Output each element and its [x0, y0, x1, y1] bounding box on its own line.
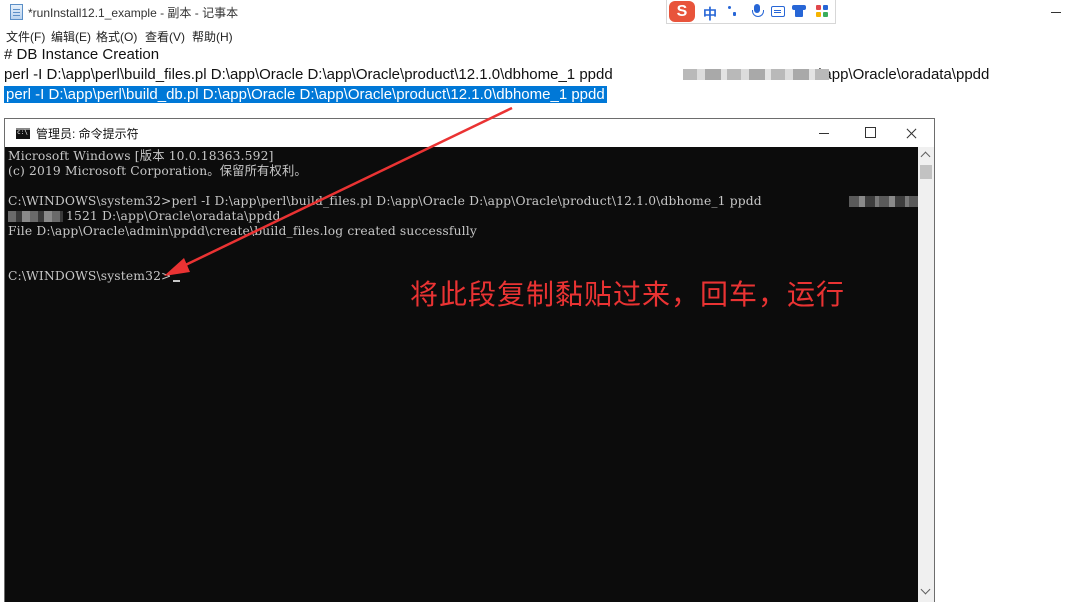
redacted-text — [8, 211, 63, 222]
scroll-up-arrow-icon[interactable] — [918, 149, 934, 163]
console-result-line: File D:\app\Oracle\admin\ppdd\create\bui… — [8, 224, 477, 238]
build-files-command-start: perl -I D:\app\perl\build_files.pl D:\ap… — [4, 66, 613, 83]
text-cursor — [172, 280, 180, 282]
skin-icon[interactable] — [792, 4, 806, 18]
cmd-maximize-button[interactable] — [847, 119, 893, 147]
microphone-icon[interactable] — [750, 4, 764, 18]
redacted-text — [849, 196, 918, 207]
notepad-titlebar: *runInstall12.1_example - 副本 - 记事本 — [0, 0, 1080, 24]
console-prompt-line[interactable]: C:\WINDOWS\system32> — [8, 269, 180, 284]
punctuation-icon[interactable] — [725, 4, 739, 18]
notepad-file-icon — [10, 4, 23, 20]
keyboard-icon[interactable] — [771, 6, 785, 17]
console-copyright-line: (c) 2019 Microsoft Corporation。保留所有权利。 — [8, 164, 307, 178]
console-prompt: C:\WINDOWS\system32> — [8, 269, 172, 283]
console-version-line: Microsoft Windows [版本 10.0.18363.592] — [8, 149, 274, 163]
menu-view[interactable]: 查看(V) — [145, 28, 185, 45]
menu-help[interactable]: 帮助(H) — [192, 28, 233, 45]
editor-line-build-files[interactable]: perl -I D:\app\perl\build_files.pl D:\ap… — [4, 66, 989, 84]
ime-toolbar: S 中 — [666, 0, 836, 24]
menu-file[interactable]: 文件(F) — [6, 28, 45, 45]
cmd-titlebar[interactable]: 管理员: 命令提示符 — [5, 119, 934, 147]
menu-edit[interactable]: 编辑(E) — [51, 28, 91, 45]
redacted-text — [683, 69, 829, 80]
annotation-text: 将此段复制黏贴过来，回车，运行 — [410, 278, 846, 311]
cmd-scrollbar[interactable] — [918, 147, 934, 602]
selected-build-db-command[interactable]: perl -I D:\app\perl\build_db.pl D:\app\O… — [4, 86, 607, 103]
notepad-minimize-button[interactable] — [1046, 2, 1066, 22]
notepad-title: *runInstall12.1_example - 副本 - 记事本 — [28, 6, 239, 20]
cmd-close-button[interactable] — [889, 119, 935, 147]
console-command-line: C:\WINDOWS\system32>perl -I D:\app\perl\… — [8, 194, 762, 208]
editor-line-build-db[interactable]: perl -I D:\app\perl\build_db.pl D:\app\O… — [4, 86, 607, 104]
cmd-title: 管理员: 命令提示符 — [36, 127, 139, 141]
scroll-thumb[interactable] — [920, 165, 932, 179]
notepad-menubar: 文件(F) 编辑(E) 格式(O) 查看(V) 帮助(H) — [0, 25, 1080, 45]
cmd-app-icon — [16, 128, 30, 139]
ime-mode-toggle[interactable]: 中 — [703, 4, 717, 24]
scroll-down-arrow-icon[interactable] — [918, 585, 934, 599]
sogou-logo-icon[interactable]: S — [669, 1, 695, 22]
menu-format[interactable]: 格式(O) — [96, 28, 137, 45]
cmd-window: 管理员: 命令提示符 Microsoft Windows [版本 10.0.18… — [4, 118, 935, 602]
cmd-minimize-button[interactable] — [801, 119, 847, 147]
editor-line-comment[interactable]: # DB Instance Creation — [4, 46, 159, 64]
toolbox-icon[interactable] — [815, 4, 829, 18]
cmd-console[interactable]: Microsoft Windows [版本 10.0.18363.592] (c… — [5, 147, 918, 602]
console-command-continuation-text: 1521 D:\app\Oracle\oradata\ppdd — [66, 209, 281, 223]
